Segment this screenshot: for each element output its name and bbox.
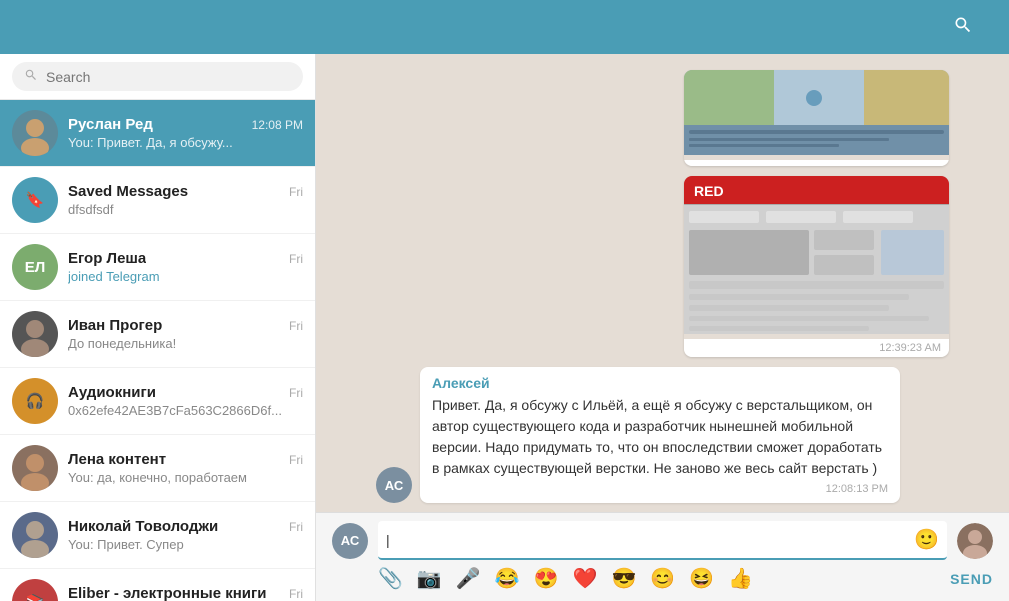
chat-item-egor[interactable]: ЕЛ Егор Леша Fri joined Telegram: [0, 234, 315, 301]
search-icon[interactable]: [953, 15, 973, 40]
chat-preview: dfsdfsdf: [68, 202, 303, 217]
message-input[interactable]: [386, 528, 908, 552]
chat-preview: You: да, конечно, поработаем: [68, 470, 303, 485]
chat-name: Николай Товолоджи: [68, 518, 218, 535]
chat-content: Saved Messages Fri dfsdfsdf: [68, 183, 303, 217]
toolbar-row: 📎 📷 🎤 😂 😍 ❤️ 😎 😊 😆 👍 SEND: [332, 560, 993, 593]
image-time-1: [684, 160, 949, 166]
chat-preview: You: Привет. Супер: [68, 537, 303, 552]
chat-list: Руслан Ред 12:08 PM You: Привет. Да, я о…: [0, 100, 315, 601]
chat-content: Руслан Ред 12:08 PM You: Привет. Да, я о…: [68, 116, 303, 150]
chat-item-ruslan[interactable]: Руслан Ред 12:08 PM You: Привет. Да, я о…: [0, 100, 315, 167]
microphone-icon[interactable]: 🎤: [456, 566, 481, 591]
image-time-2: 12:39:23 AM: [684, 339, 949, 357]
chat-content: Лена контент Fri You: да, конечно, пораб…: [68, 451, 303, 485]
chat-header-row: Лена контент Fri: [68, 451, 303, 468]
image-preview-1: [684, 70, 949, 155]
sender-avatar: АС: [332, 523, 368, 559]
heart-icon[interactable]: ❤️: [573, 566, 598, 591]
message-time: 12:08:13 PM: [432, 483, 888, 495]
chat-name: Saved Messages: [68, 183, 188, 200]
chat-preview: joined Telegram: [68, 269, 303, 284]
chat-header-row: Saved Messages Fri: [68, 183, 303, 200]
chat-preview: До понедельника!: [68, 336, 303, 351]
chat-time: Fri: [289, 319, 303, 333]
chat-name: Иван Прогер: [68, 317, 162, 334]
search-input[interactable]: [46, 69, 291, 85]
chat-preview: You: Привет. Да, я обсужу...: [68, 135, 303, 150]
chat-time: Fri: [289, 386, 303, 400]
message-aleksey: АС Алексей Привет. Да, я обсужу с Ильёй,…: [376, 367, 949, 503]
chat-name: Егор Леша: [68, 250, 146, 267]
svg-text:RED: RED: [694, 183, 724, 199]
laugh-icon[interactable]: 😂: [495, 566, 520, 591]
message-sender: Алексей: [432, 375, 888, 391]
chat-time: Fri: [289, 252, 303, 266]
chat-item-nikolai[interactable]: Николай Товолоджи Fri You: Привет. Супер: [0, 502, 315, 569]
grin-icon[interactable]: 😆: [689, 566, 714, 591]
chat-time: 12:08 PM: [252, 118, 303, 132]
message-text: Привет. Да, я обсужу с Ильёй, а ещё я об…: [432, 395, 888, 479]
main-layout: Руслан Ред 12:08 PM You: Привет. Да, я о…: [0, 54, 1009, 601]
chat-time: Fri: [289, 185, 303, 199]
chat-header-row: Аудиокниги Fri: [68, 384, 303, 401]
heart-eyes-icon[interactable]: 😍: [534, 566, 559, 591]
smile-icon[interactable]: 😊: [650, 566, 675, 591]
chat-content: Аудиокниги Fri 0x62efe42AE3B7cFa563C2866…: [68, 384, 303, 418]
chat-content: Николай Товолоджи Fri You: Привет. Супер: [68, 518, 303, 552]
message-avatar: АС: [376, 467, 412, 503]
image-message-1: [684, 70, 949, 166]
chat-area: RED 12:39:23 AM АС Алексей Привет. Да, я…: [316, 54, 1009, 601]
chat-header-row: Eliber - электронные книги Fri: [68, 585, 303, 601]
chat-header-row: Руслан Ред 12:08 PM: [68, 116, 303, 133]
chat-time: Fri: [289, 587, 303, 601]
chat-item-eliber[interactable]: 📚 Eliber - электронные книги Fri -1931-В…: [0, 569, 315, 601]
search-icon-sidebar: [24, 68, 38, 85]
right-avatar: [957, 523, 993, 559]
message-bubble: Алексей Привет. Да, я обсужу с Ильёй, а …: [420, 367, 900, 503]
chat-name: Лена контент: [68, 451, 166, 468]
chat-item-audio[interactable]: 🎧 Аудиокниги Fri 0x62efe42AE3B7cFa563C28…: [0, 368, 315, 435]
chat-header-row: Егор Леша Fri: [68, 250, 303, 267]
input-row: АС 🙂: [332, 521, 993, 560]
image-message-2: RED 12:39:23 AM: [684, 176, 949, 357]
chat-content: Егор Леша Fri joined Telegram: [68, 250, 303, 284]
chat-item-ivan[interactable]: Иван Прогер Fri До понедельника!: [0, 301, 315, 368]
chat-time: Fri: [289, 453, 303, 467]
image-preview-2: RED: [684, 176, 949, 334]
emoji-icon[interactable]: 🙂: [914, 527, 939, 552]
chat-item-lena[interactable]: Лена контент Fri You: да, конечно, пораб…: [0, 435, 315, 502]
search-bar: [0, 54, 315, 100]
top-header: [0, 0, 1009, 54]
chat-item-saved[interactable]: 🔖 Saved Messages Fri dfsdfsdf: [0, 167, 315, 234]
header-icons: [953, 15, 993, 40]
send-button[interactable]: SEND: [950, 571, 993, 587]
sidebar: Руслан Ред 12:08 PM You: Привет. Да, я о…: [0, 54, 316, 601]
message-input-wrap[interactable]: 🙂: [378, 521, 947, 560]
chat-name: Руслан Ред: [68, 116, 153, 133]
thumbsup-icon[interactable]: 👍: [728, 566, 753, 591]
search-input-wrap[interactable]: [12, 62, 303, 91]
chat-name: Eliber - электронные книги: [68, 585, 266, 601]
chat-header-row: Николай Товолоджи Fri: [68, 518, 303, 535]
chat-content: Eliber - электронные книги Fri -1931-Воз…: [68, 585, 303, 601]
sunglasses-icon[interactable]: 😎: [611, 566, 636, 591]
input-area: АС 🙂 📎 📷 🎤 😂 😍 ❤️ 😎 😊 😆 👍 SEND: [316, 512, 1009, 601]
chat-content: Иван Прогер Fri До понедельника!: [68, 317, 303, 351]
chat-name: Аудиокниги: [68, 384, 156, 401]
chat-header-row: Иван Прогер Fri: [68, 317, 303, 334]
camera-icon[interactable]: 📷: [417, 566, 442, 591]
messages-area: RED 12:39:23 AM АС Алексей Привет. Да, я…: [316, 54, 1009, 512]
chat-preview: 0x62efe42AE3B7cFa563C2866D6f...: [68, 403, 303, 418]
attach-icon[interactable]: 📎: [378, 566, 403, 591]
chat-time: Fri: [289, 520, 303, 534]
